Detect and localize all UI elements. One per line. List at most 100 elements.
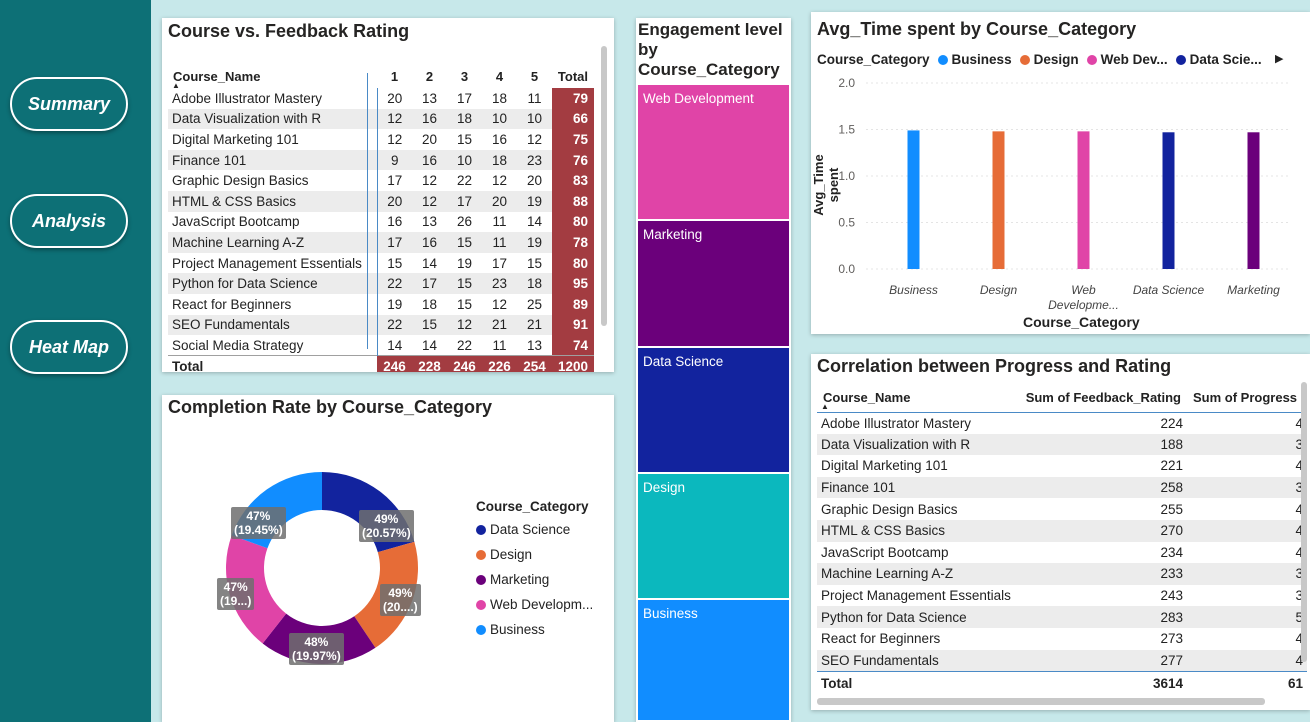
table-row[interactable]: Data Visualization with R 188 3 <box>817 433 1307 456</box>
table-row[interactable]: Project Management Essentials 15 14 19 17 15 8… <box>168 252 594 274</box>
bar-grid: 0.00.51.01.52.0 <box>838 76 1291 276</box>
matrix-header-row: Course_Name 1 2 3 4 5 Total <box>168 64 594 88</box>
bar-marketing[interactable] <box>1247 132 1260 269</box>
progress-cell: 5 <box>1187 606 1307 628</box>
table-row[interactable]: Digital Marketing 101 221 4 <box>817 455 1307 477</box>
col-header-course-name[interactable]: Course_Name <box>168 64 377 88</box>
table-row[interactable]: HTML & CSS Basics 20 12 17 20 19 88 <box>168 190 594 212</box>
col-header-total[interactable]: Total <box>552 64 594 88</box>
course-name-cell: React for Beginners <box>821 631 941 647</box>
legend-label: Web Developm... <box>490 597 594 612</box>
donut-label-data-science: 49% (20.57%) <box>359 510 414 542</box>
heatmap-nav-button[interactable]: Heat Map <box>10 320 128 374</box>
course-name-cell: Adobe Illustrator Mastery <box>821 415 972 431</box>
table-row[interactable]: Machine Learning A-Z 233 3 <box>817 563 1307 585</box>
treemap-tile-web-development[interactable]: Web Development <box>638 85 789 221</box>
treemap-tile-business[interactable]: Business <box>638 600 789 722</box>
legend-item-marketing[interactable]: Marketing <box>476 572 593 587</box>
progress-cell: 4 <box>1295 501 1303 517</box>
col-header-course-name[interactable]: Course_Name <box>817 384 1017 413</box>
table-row[interactable]: Finance 101 9 16 10 18 23 76 <box>168 149 594 171</box>
x-tick-label: Web Developme... <box>1048 283 1119 312</box>
rating-3-cell: 10 <box>447 149 482 171</box>
rating-4-cell: 11 <box>492 214 507 230</box>
rating-3-cell: 15 <box>456 131 473 147</box>
sort-ascending-icon[interactable]: ▲ <box>821 402 829 411</box>
col-header-5[interactable]: 5 <box>517 64 552 88</box>
table-row[interactable]: Python for Data Science 283 5 <box>817 606 1307 628</box>
rating-1-cell: 22 <box>376 273 412 294</box>
rating-1-cell: 14 <box>376 335 412 356</box>
treemap-tile-marketing[interactable]: Marketing <box>638 221 789 348</box>
col-header-3[interactable]: 3 <box>447 64 482 88</box>
rating-5-cell: 15 <box>526 255 543 271</box>
table-row[interactable]: Digital Marketing 101 12 20 15 16 12 75 <box>168 129 594 150</box>
bar-web-development[interactable] <box>1077 131 1090 269</box>
bar-business[interactable] <box>907 130 920 269</box>
total-cell: 80 <box>552 211 594 233</box>
table-row[interactable]: Graphic Design Basics 255 4 <box>817 498 1307 520</box>
analysis-nav-button[interactable]: Analysis <box>10 194 128 248</box>
total-cell: 66 <box>552 108 594 130</box>
treemap-card: Engagement level by Course_Category Web … <box>636 18 791 722</box>
rating-5-cell: 12 <box>526 131 543 147</box>
feedback-rating-cell: 270 <box>1017 519 1187 542</box>
course-name-cell: Social Media Strategy <box>172 337 304 353</box>
legend-item-business[interactable]: Business <box>476 622 593 637</box>
table-row[interactable]: Project Management Essentials 243 3 <box>817 585 1307 607</box>
bar-data-science[interactable] <box>1162 132 1175 269</box>
correlation-table: Course_Name Sum of Feedback_Rating Sum o… <box>817 384 1307 696</box>
col-header-feedback-rating[interactable]: Sum of Feedback_Rating <box>1017 384 1187 413</box>
table-row[interactable]: Adobe Illustrator Mastery 224 4 <box>817 412 1307 434</box>
matrix-scrollbar[interactable] <box>601 46 607 326</box>
feedback-rating-cell: 221 <box>1160 458 1183 474</box>
table-row[interactable]: Python for Data Science 22 17 15 23 18 95 <box>168 273 594 294</box>
rating-2-cell: 18 <box>421 296 438 312</box>
legend-item-web-development[interactable]: Web Developm... <box>476 597 593 612</box>
table-row[interactable]: JavaScript Bootcamp 234 4 <box>817 542 1307 564</box>
sort-ascending-icon[interactable]: ▲ <box>172 81 180 90</box>
col-header-1[interactable]: 1 <box>377 64 412 88</box>
table-row[interactable]: Data Visualization with R 12 16 18 10 10 66 <box>168 108 594 130</box>
table-row[interactable]: React for Beginners 273 4 <box>817 628 1307 650</box>
rating-1-cell: 12 <box>376 129 412 150</box>
table-row[interactable]: HTML & CSS Basics 270 4 <box>817 519 1307 542</box>
summary-nav-button[interactable]: Summary <box>10 77 128 131</box>
col-header-4[interactable]: 4 <box>482 64 517 88</box>
total-cell: 95 <box>552 273 594 294</box>
total-cell: 88 <box>552 190 594 212</box>
feedback-rating-cell: 277 <box>1017 649 1187 672</box>
rating-2-cell: 14 <box>421 337 438 353</box>
bar-ylabel: Avg_Time spent <box>811 154 841 216</box>
rating-2-cell: 12 <box>421 173 438 189</box>
treemap-tile-data-science[interactable]: Data Science <box>638 348 789 474</box>
rating-2-cell: 13 <box>421 214 438 230</box>
correlation-hscrollbar[interactable] <box>817 698 1265 705</box>
rating-4-cell: 18 <box>491 90 508 106</box>
col-header-progress[interactable]: Sum of Progress <box>1187 384 1307 413</box>
donut-label-web-development: 47% (19...) <box>217 578 255 610</box>
table-row[interactable]: JavaScript Bootcamp 16 13 26 11 14 80 <box>168 211 594 233</box>
rating-4-cell: 20 <box>482 190 517 212</box>
legend-item-data-science[interactable]: Data Science <box>476 522 593 537</box>
treemap-tile-design[interactable]: Design <box>638 474 789 600</box>
table-row[interactable]: Adobe Illustrator Mastery 20 13 17 18 11 79 <box>168 88 594 109</box>
table-row[interactable]: Graphic Design Basics 17 12 22 12 20 83 <box>168 170 594 191</box>
table-row[interactable]: React for Beginners 19 18 15 12 25 89 <box>168 293 594 315</box>
rating-4-cell: 11 <box>492 337 507 353</box>
legend-item-design[interactable]: Design <box>476 547 593 562</box>
course-name-cell: JavaScript Bootcamp <box>172 214 300 230</box>
table-row[interactable]: Finance 101 258 3 <box>817 476 1307 499</box>
correlation-vscrollbar[interactable] <box>1301 382 1307 662</box>
rating-5-cell: 14 <box>526 214 543 230</box>
table-row[interactable]: Machine Learning A-Z 17 16 15 11 19 78 <box>168 232 594 253</box>
table-row[interactable]: Social Media Strategy 14 14 22 11 13 74 <box>168 335 594 356</box>
col-header-2[interactable]: 2 <box>412 64 447 88</box>
bar-design[interactable] <box>992 131 1005 269</box>
rating-2-cell: 16 <box>412 108 447 130</box>
table-row[interactable]: SEO Fundamentals 277 4 <box>817 649 1307 672</box>
total-label: Total <box>168 355 377 372</box>
legend-label: Business <box>490 622 545 637</box>
total-label: Total <box>817 670 1017 696</box>
table-row[interactable]: SEO Fundamentals 22 15 12 21 21 91 <box>168 314 594 336</box>
